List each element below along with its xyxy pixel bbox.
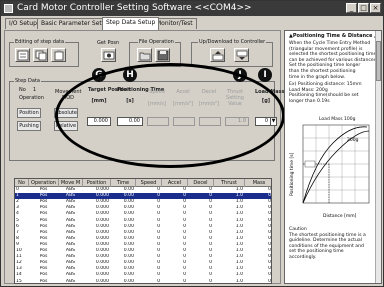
graph-y-axis-label: Positioning time [s]: [289, 152, 295, 196]
upload-icon: [212, 51, 224, 61]
minimize-button[interactable]: _: [346, 3, 357, 13]
up-download-label: Up/Download to Controller: [198, 39, 267, 45]
get-position-button[interactable]: [101, 48, 116, 62]
col-header-accel[interactable]: Accel: [162, 179, 188, 187]
step-data-group-label: Step Data: [14, 78, 41, 84]
table-cell[interactable]: 0: [136, 279, 162, 284]
download-icon: [236, 50, 248, 60]
table-cell[interactable]: Pos: [29, 279, 59, 284]
close-button[interactable]: ×: [370, 3, 381, 13]
upload-button[interactable]: [210, 48, 225, 62]
info-scrollbar-thumb[interactable]: [376, 41, 381, 81]
info-line: longer than 0.19s: [289, 98, 330, 104]
positioning-time-graph: 200g Positioning time [s] Distance [mm]: [289, 124, 370, 219]
open-file-button[interactable]: [137, 48, 152, 62]
app-window: Card Motor Controller Setting Software <…: [0, 0, 384, 287]
maximize-button[interactable]: □: [358, 3, 369, 13]
example-value-box: [304, 160, 316, 168]
table-cell[interactable]: 1.0: [214, 279, 245, 284]
file-operation-label: File Operation: [138, 39, 175, 45]
graph-series-label: 200g: [347, 137, 359, 143]
info-heading: ▲Positioning Time & Distance ▲: [289, 33, 378, 39]
step-data-table: No Operation Move M Position Time Speed …: [14, 178, 272, 284]
col-header-thrust[interactable]: Thrust: [214, 179, 245, 187]
save-icon: [157, 50, 169, 61]
up-download-group: Up/Download to Controller: [191, 39, 273, 67]
table-cell[interactable]: 0: [162, 279, 188, 284]
get-position-label: Get Posn: [97, 40, 120, 46]
table-cell[interactable]: 15: [15, 279, 29, 284]
app-icon: [4, 4, 13, 13]
info-line: accordingly.: [289, 255, 317, 260]
insert-row-icon: [17, 50, 29, 61]
pushing-button[interactable]: Pushing: [17, 121, 41, 131]
info-scrollbar[interactable]: [375, 31, 381, 283]
table-header: No Operation Move M Position Time Speed …: [15, 179, 271, 187]
tab-step-data-setup[interactable]: Step Data Setup: [102, 17, 160, 30]
table-cell[interactable]: 0: [188, 279, 214, 284]
position-icon: [103, 51, 115, 60]
info-line: time in the graph below.: [289, 74, 346, 80]
paste-icon: [54, 50, 64, 61]
step-no-label: No: [19, 87, 26, 93]
badge-i: I: [258, 68, 272, 82]
col-header-no[interactable]: No: [15, 179, 29, 187]
table-cell[interactable]: 0.000: [83, 279, 111, 284]
table-cell[interactable]: 0: [245, 279, 271, 284]
operation-label: Operation: [19, 95, 44, 101]
step-no-value: 1: [33, 87, 37, 93]
col-header-move-mode[interactable]: Move M: [59, 179, 83, 187]
download-button[interactable]: [234, 48, 249, 62]
col-header-mass[interactable]: Mass: [245, 179, 271, 187]
col-header-time[interactable]: Time: [111, 179, 136, 187]
position-button[interactable]: Position: [17, 108, 41, 118]
copy-row-button[interactable]: [33, 48, 48, 62]
graph-x-axis-label: Distance [mm]: [323, 213, 357, 219]
table-cell[interactable]: ABS: [59, 279, 83, 284]
col-header-operation[interactable]: Operation: [29, 179, 59, 187]
title-bar: Card Motor Controller Setting Software <…: [1, 1, 383, 16]
window-title: Card Motor Controller Setting Software <…: [17, 3, 252, 13]
editing-group-label: Editing of step data: [14, 39, 66, 45]
delete-row-button[interactable]: [51, 48, 66, 62]
save-file-button[interactable]: [155, 48, 170, 62]
col-header-speed[interactable]: Speed: [136, 179, 162, 187]
graph-title: Load Mass 100g: [319, 117, 356, 122]
insert-row-button[interactable]: [15, 48, 30, 62]
col-header-position[interactable]: Position: [83, 179, 111, 187]
highlight-oval: [55, 63, 285, 168]
table-cell[interactable]: 0.00: [111, 279, 136, 284]
col-header-decel[interactable]: Decel: [188, 179, 214, 187]
info-panel: ▲Positioning Time & Distance ▲ When the …: [284, 30, 382, 284]
folder-open-icon: [139, 52, 151, 61]
tab-io-setup[interactable]: I/O Setup: [5, 18, 41, 29]
table-row[interactable]: 15 Pos ABS 0.000 0.00 0 0 0 1.0 0: [15, 279, 271, 284]
copy-icon: [35, 50, 47, 61]
